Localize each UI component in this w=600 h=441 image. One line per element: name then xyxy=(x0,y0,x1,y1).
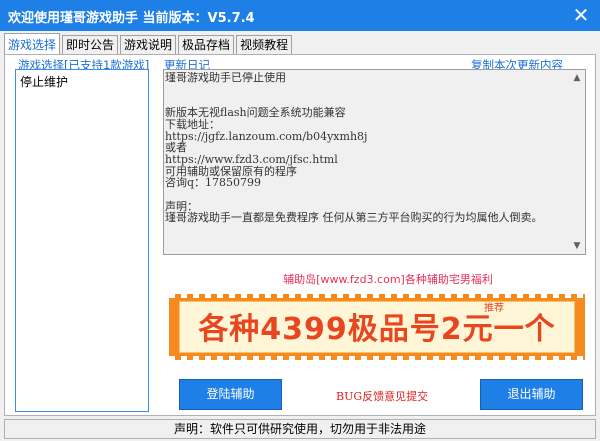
tab-announcements[interactable]: 即时公告 xyxy=(62,35,119,54)
tab-game-select[interactable]: 游戏选择 xyxy=(4,33,61,54)
banner-badge: 推荐 xyxy=(484,303,504,314)
tab-video-tutorials[interactable]: 视频教程 xyxy=(236,35,293,54)
close-icon[interactable]: ✕ xyxy=(570,4,592,26)
tab-game-instructions[interactable]: 游戏说明 xyxy=(120,35,177,54)
game-list-item[interactable]: 停止维护 xyxy=(20,73,68,90)
scroll-up-icon[interactable]: ▲ xyxy=(569,70,585,86)
tab-premium-saves[interactable]: 极品存档 xyxy=(178,35,235,54)
update-log-text: 瑾哥游戏助手已停止使用 新版本无视flash问题全系统功能兼容 下载地址： ht… xyxy=(165,72,543,225)
login-button[interactable]: 登陆辅助 xyxy=(179,379,282,410)
bug-feedback-link[interactable]: BUG反馈意见提交 xyxy=(336,388,428,404)
title-bar: 欢迎使用瑾哥游戏助手 当前版本：V5.7.4 ✕ xyxy=(0,0,600,31)
exit-button[interactable]: 退出辅助 xyxy=(480,379,583,410)
promo-link[interactable]: 辅助岛[www.fzd3.com]各种辅助宅男福利 xyxy=(263,271,513,287)
banner-text: 各种4399极品号2元一个 xyxy=(198,312,556,347)
promo-banner[interactable]: 各种4399极品号2元一个 推荐 xyxy=(169,294,585,360)
window-title: 欢迎使用瑾哥游戏助手 当前版本：V5.7.4 xyxy=(8,11,255,26)
banner-decoration xyxy=(169,356,585,360)
scroll-down-icon[interactable]: ▼ xyxy=(569,238,585,254)
update-log-textarea[interactable]: 瑾哥游戏助手已停止使用 新版本无视flash问题全系统功能兼容 下载地址： ht… xyxy=(163,69,586,255)
status-bar: 声明：软件只可供研究使用，切勿用于非法用途 xyxy=(4,419,596,439)
tab-bar: 游戏选择 即时公告 游戏说明 极品存档 视频教程 xyxy=(4,33,294,55)
game-list[interactable]: 停止维护 xyxy=(15,69,149,412)
log-scrollbar[interactable]: ▲ ▼ xyxy=(569,70,585,254)
banner-decoration xyxy=(169,294,585,298)
